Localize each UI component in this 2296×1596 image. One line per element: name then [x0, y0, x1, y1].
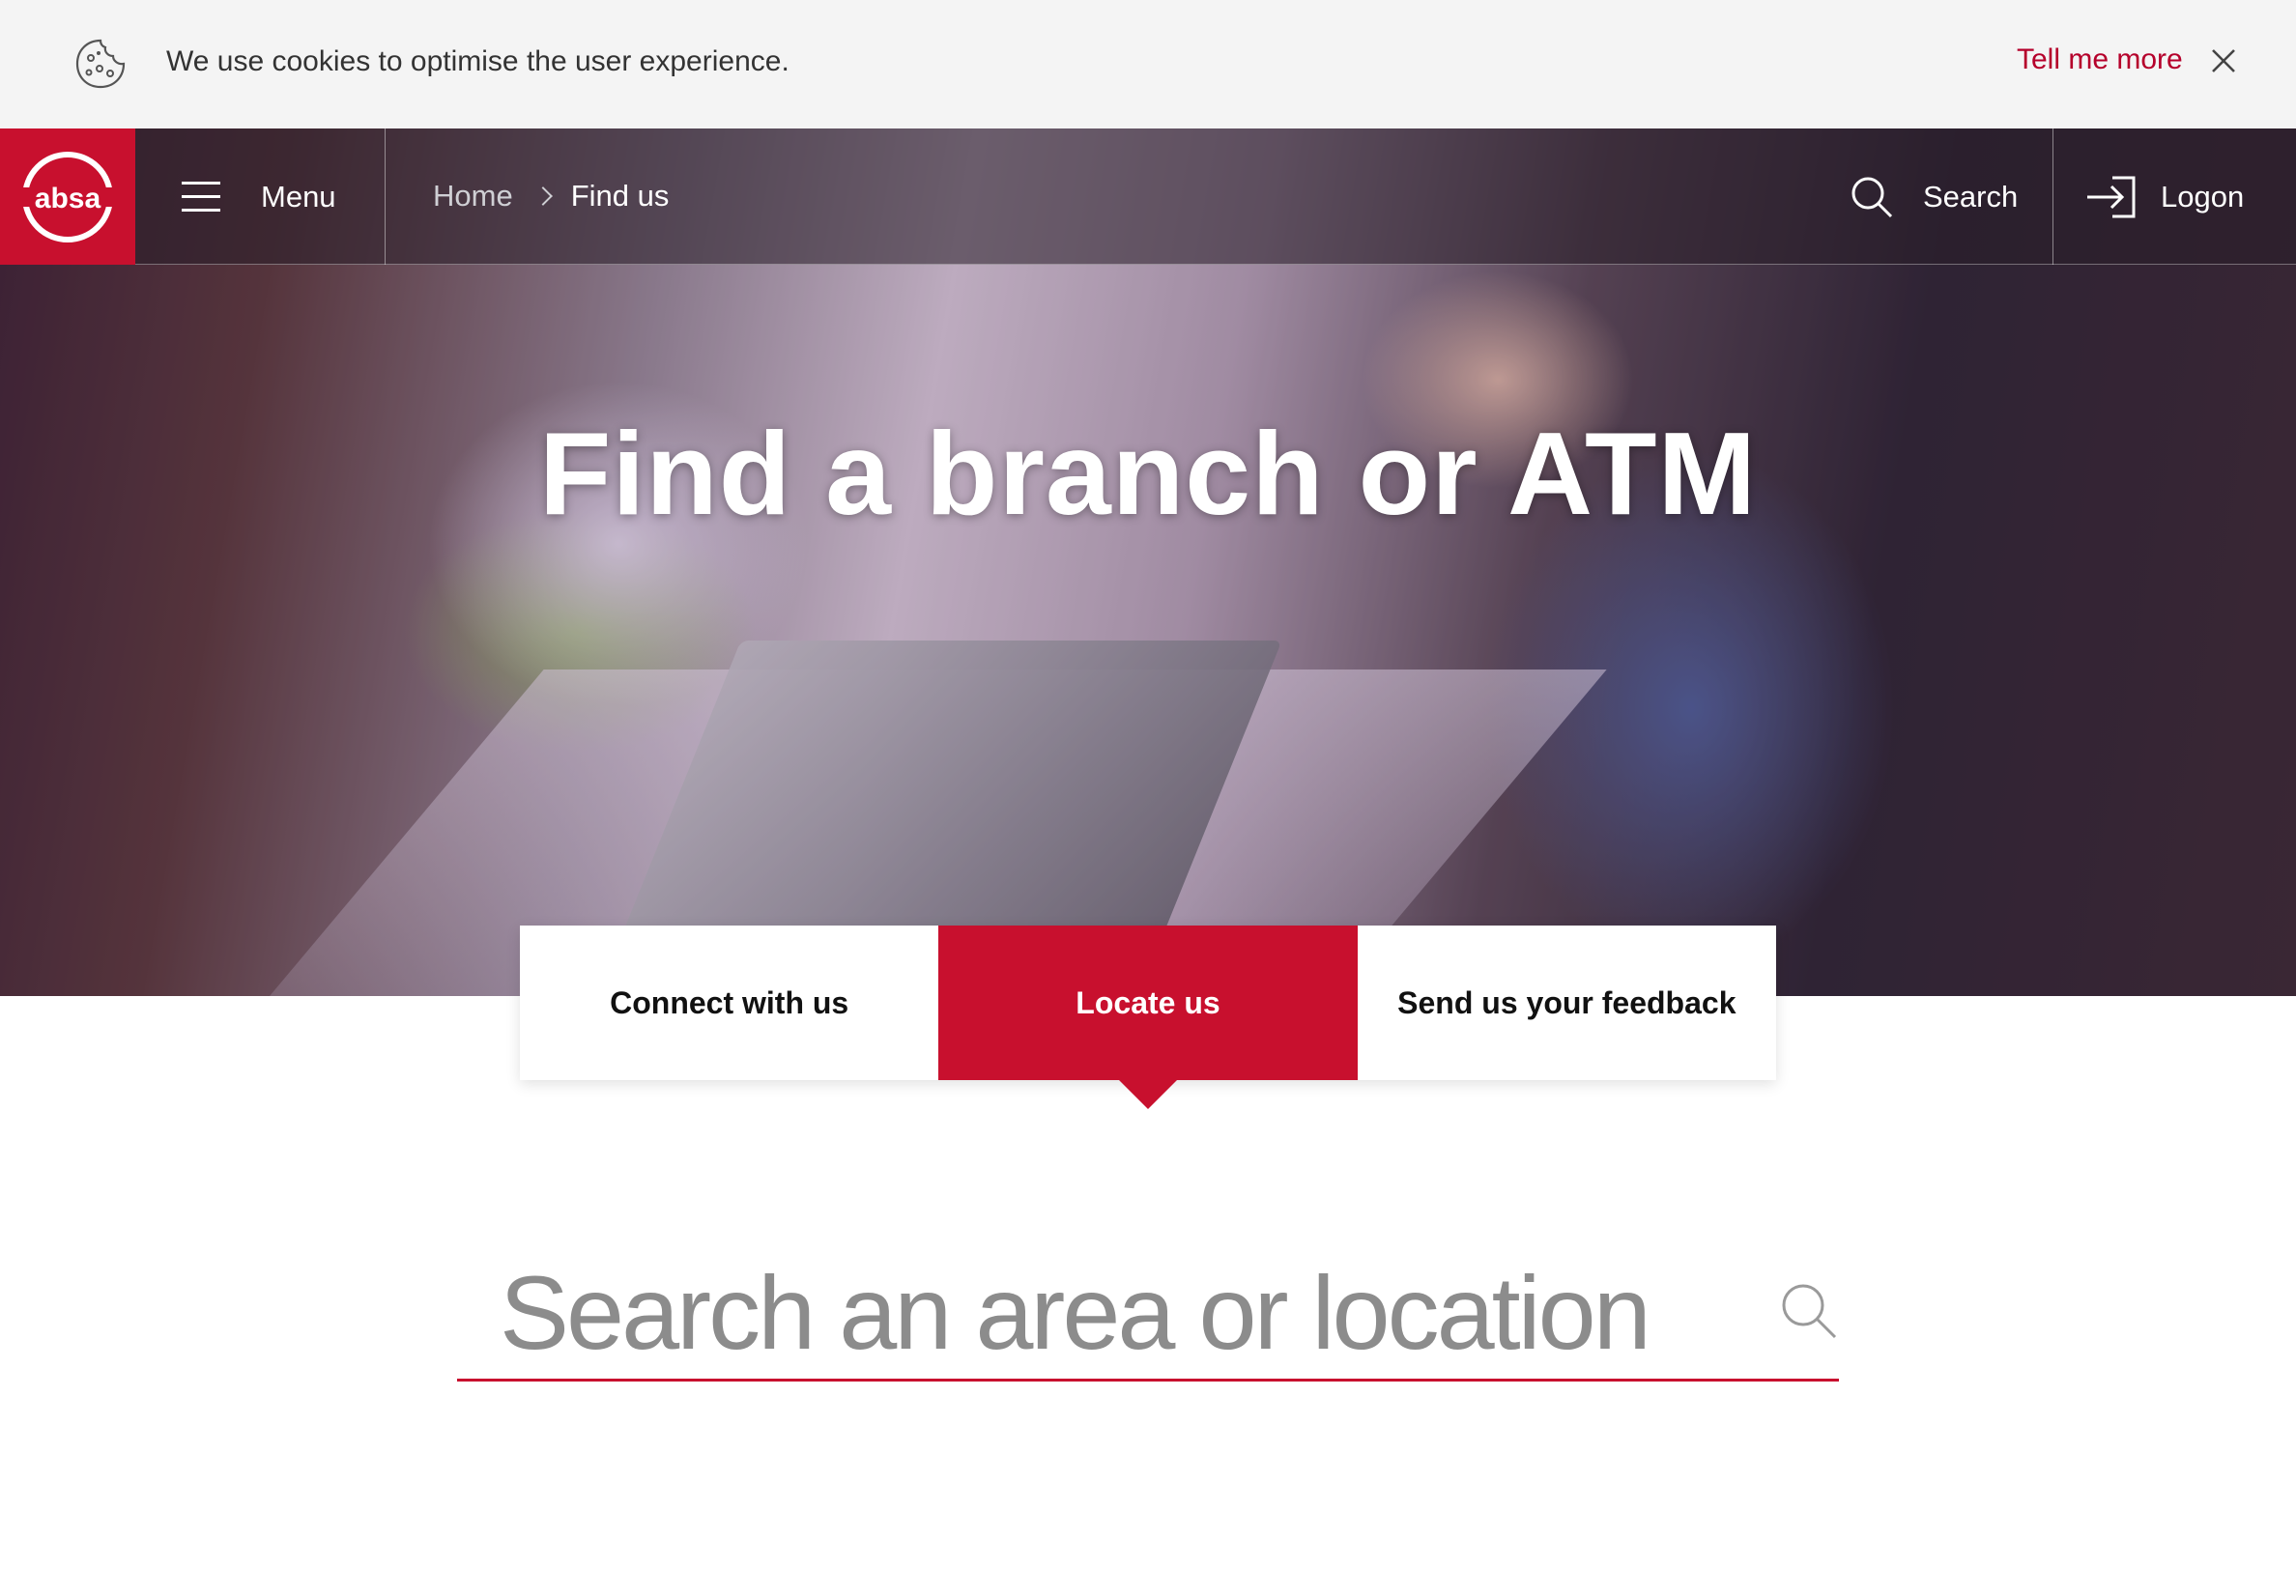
tab-connect-with-us[interactable]: Connect with us — [520, 926, 938, 1080]
logo-text: absa — [35, 183, 101, 214]
search-button[interactable]: Search — [1850, 128, 2018, 265]
nav-divider — [385, 128, 386, 265]
cookie-icon — [75, 39, 126, 89]
chevron-right-icon — [532, 186, 553, 206]
menu-button[interactable]: Menu — [182, 128, 336, 265]
hamburger-icon — [182, 181, 220, 213]
logon-button[interactable]: Logon — [2085, 128, 2244, 265]
login-icon — [2087, 176, 2136, 217]
search-label: Search — [1923, 179, 2019, 214]
breadcrumb: Home Find us — [433, 179, 669, 214]
tab-send-feedback[interactable]: Send us your feedback — [1358, 926, 1776, 1080]
menu-label: Menu — [261, 179, 336, 214]
absa-logo[interactable]: absa — [0, 128, 135, 265]
location-search — [457, 1246, 1839, 1382]
hero-title: Find a branch or ATM — [538, 408, 1758, 539]
absa-logo-mark: absa — [19, 151, 116, 242]
close-icon[interactable] — [2207, 44, 2240, 77]
nav-divider — [2052, 128, 2053, 265]
top-navigation: absa Menu Home Find us Search Logon — [0, 128, 2296, 265]
cookie-message: We use cookies to optimise the user expe… — [166, 45, 789, 77]
search-icon — [1851, 177, 1893, 217]
tab-locate-us[interactable]: Locate us — [938, 926, 1358, 1109]
tell-me-more-link[interactable]: Tell me more — [2017, 43, 2183, 76]
search-icon[interactable] — [1779, 1281, 1839, 1341]
breadcrumb-home-link[interactable]: Home — [433, 179, 513, 214]
logon-label: Logon — [2161, 179, 2245, 214]
cookie-banner: We use cookies to optimise the user expe… — [0, 0, 2296, 128]
breadcrumb-current: Find us — [570, 179, 670, 213]
location-search-input[interactable] — [500, 1254, 1717, 1370]
contact-tabs: Connect with us Locate us Send us your f… — [520, 926, 1776, 1109]
